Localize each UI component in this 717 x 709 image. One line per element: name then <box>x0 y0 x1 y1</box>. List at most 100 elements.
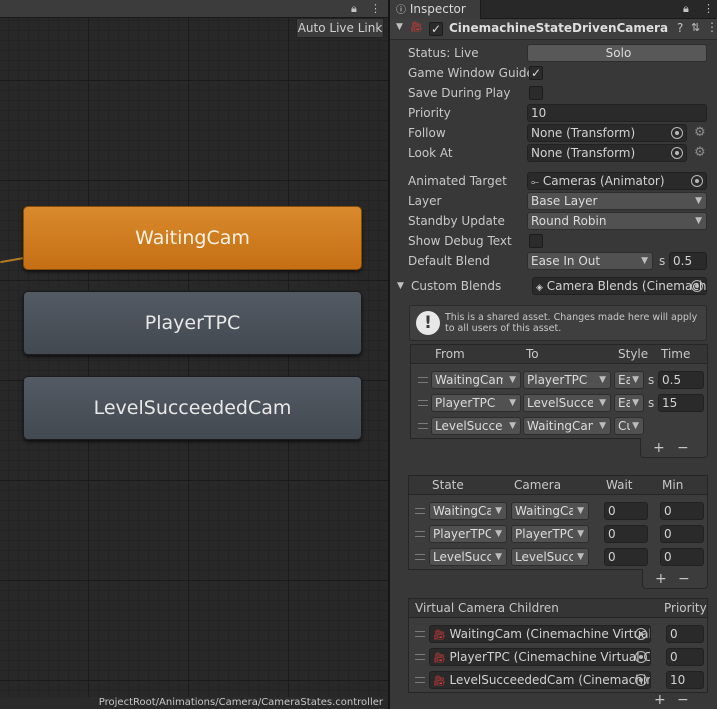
animator-graph[interactable]: 🔒︎ ⋮ Auto Live Link WaitingCam PlayerTPC… <box>0 0 388 709</box>
follow-label: Follow <box>408 126 446 140</box>
col-time: Time <box>661 347 691 361</box>
chevron-down-icon: ▼ <box>577 552 584 562</box>
camera-dropdown[interactable]: PlayerTPC ▼ <box>511 525 589 543</box>
state-node-levelsucceededcam[interactable]: LevelSucceededCam <box>23 376 362 440</box>
drag-handle-icon[interactable] <box>415 508 425 514</box>
state-dropdown[interactable]: LevelSucceededCam ▼ <box>429 548 507 566</box>
drag-handle-icon[interactable] <box>415 531 425 537</box>
child-priority-input[interactable]: 10 <box>666 671 704 689</box>
min-input[interactable]: 0 <box>660 525 704 543</box>
child-camera-field[interactable]: 🎥︎ PlayerTPC (Cinemachine Virtual Camera… <box>429 648 651 666</box>
child-priority-input[interactable]: 0 <box>666 625 704 643</box>
col-children: Virtual Camera Children <box>415 601 559 615</box>
kebab-menu-icon[interactable]: ⋮ <box>370 0 381 18</box>
auto-live-link-button[interactable]: Auto Live Link <box>296 18 384 38</box>
min-input[interactable]: 0 <box>660 502 704 520</box>
standby-update-dropdown[interactable]: Round Robin ▼ <box>527 212 707 230</box>
save-during-play-checkbox[interactable] <box>529 86 543 100</box>
col-from: From <box>435 347 465 361</box>
remove-blend-button[interactable]: − <box>677 440 689 456</box>
target-picker-icon[interactable] <box>635 628 647 640</box>
default-blend-time-input[interactable]: 0.5 <box>669 252 707 270</box>
gear-icon[interactable]: ⚙ <box>694 145 706 161</box>
target-picker-icon[interactable] <box>635 674 647 686</box>
kebab-menu-icon[interactable]: ⋮ <box>706 20 717 34</box>
state-node-waitingcam[interactable]: WaitingCam <box>23 206 362 270</box>
blend-to-dropdown[interactable]: PlayerTPC ▼ <box>523 371 611 389</box>
blend-time-input[interactable]: 15 <box>658 394 704 412</box>
lock-icon[interactable]: 🔒︎ <box>683 0 689 18</box>
foldout-arrow-icon[interactable]: ▼ <box>397 281 404 291</box>
state-dropdown[interactable]: PlayerTPC ▼ <box>429 525 507 543</box>
child-camera-field[interactable]: 🎥︎ WaitingCam (Cinemachine Virtual Camer… <box>429 625 651 643</box>
state-node-playertpc[interactable]: PlayerTPC <box>23 291 362 355</box>
kebab-menu-icon[interactable]: ⋮ <box>703 0 714 18</box>
blend-from-value: LevelSucceededCam <box>435 419 503 433</box>
target-picker-icon[interactable] <box>691 280 703 292</box>
target-picker-icon[interactable] <box>671 147 683 159</box>
blend-from-dropdown[interactable]: PlayerTPC ▼ <box>431 394 521 412</box>
camera-dropdown[interactable]: WaitingCam ▼ <box>511 502 589 520</box>
blend-from-dropdown[interactable]: WaitingCam ▼ <box>431 371 521 389</box>
look-at-field[interactable]: None (Transform) <box>527 144 687 162</box>
add-blend-button[interactable]: + <box>653 440 665 456</box>
camera-icon: 🎥︎ <box>433 676 446 687</box>
wait-input[interactable]: 0 <box>604 502 648 520</box>
component-enabled-checkbox[interactable]: ✓ <box>429 22 443 36</box>
drag-handle-icon[interactable] <box>415 654 425 660</box>
settings-icon[interactable]: ⇅ <box>691 21 700 34</box>
follow-field[interactable]: None (Transform) <box>527 124 687 142</box>
blend-to-value: WaitingCam <box>527 419 593 433</box>
wait-input[interactable]: 0 <box>604 548 648 566</box>
wait-input[interactable]: 0 <box>604 525 648 543</box>
foldout-arrow-icon[interactable]: ▼ <box>396 22 403 32</box>
target-picker-icon[interactable] <box>671 127 683 139</box>
blend-time-input[interactable]: 0.5 <box>658 371 704 389</box>
remove-child-button[interactable]: − <box>677 692 689 708</box>
gear-icon[interactable]: ⚙ <box>694 125 706 141</box>
remove-state-button[interactable]: − <box>678 571 690 587</box>
component-header[interactable]: ▼ 🎥︎ ✓ CinemachineStateDrivenCamera ? ⇅ … <box>390 19 717 40</box>
drag-handle-icon[interactable] <box>415 677 425 683</box>
add-child-button[interactable]: + <box>654 692 666 708</box>
drag-handle-icon[interactable] <box>415 554 425 560</box>
chevron-down-icon: ▼ <box>577 506 584 516</box>
show-debug-text-checkbox[interactable] <box>529 234 543 248</box>
min-input[interactable]: 0 <box>660 548 704 566</box>
status-label: Status: Live <box>408 46 479 60</box>
custom-blends-field[interactable]: ◈ Camera Blends (Cinemachine <box>532 277 707 295</box>
blend-from-dropdown[interactable]: LevelSucceededCam ▼ <box>431 417 521 435</box>
tab-inspector[interactable]: ⓘ Inspector <box>390 0 481 19</box>
target-picker-icon[interactable] <box>691 175 703 187</box>
blend-style-dropdown[interactable]: Cut▼ <box>614 417 644 435</box>
blend-time-unit: s <box>648 373 655 387</box>
child-priority-input[interactable]: 0 <box>666 648 704 666</box>
state-dropdown[interactable]: WaitingCam ▼ <box>429 502 507 520</box>
priority-input[interactable]: 10 <box>527 104 707 122</box>
lock-icon[interactable]: 🔒︎ <box>351 0 357 18</box>
child-camera-field[interactable]: 🎥︎ LevelSucceededCam (Cinemachine Virtua… <box>429 671 651 689</box>
default-blend-dropdown[interactable]: Ease In Out ▼ <box>527 252 653 270</box>
layer-dropdown[interactable]: Base Layer ▼ <box>527 192 707 210</box>
drag-handle-icon[interactable] <box>415 631 425 637</box>
drag-handle-icon[interactable] <box>418 400 428 406</box>
animated-target-field[interactable]: ⟜ Cameras (Animator) <box>527 172 707 190</box>
default-blend-unit: s <box>659 254 666 268</box>
game-window-guides-checkbox[interactable]: ✓ <box>529 66 543 80</box>
child-camera-name: WaitingCam (Cinemachine Virtual Camera) <box>449 627 651 641</box>
target-picker-icon[interactable] <box>635 651 647 663</box>
blend-to-dropdown[interactable]: WaitingCam ▼ <box>523 417 611 435</box>
drag-handle-icon[interactable] <box>418 423 428 429</box>
custom-blends-label: Custom Blends <box>411 279 502 293</box>
blend-style-dropdown[interactable]: Ease▼ <box>614 394 644 412</box>
solo-button[interactable]: Solo <box>527 44 707 62</box>
col-min: Min <box>662 478 684 492</box>
blend-style-dropdown[interactable]: Ease▼ <box>614 371 644 389</box>
drag-handle-icon[interactable] <box>418 377 428 383</box>
save-during-play-label: Save During Play <box>408 86 511 100</box>
blend-to-dropdown[interactable]: LevelSucceededCam ▼ <box>523 394 611 412</box>
help-icon[interactable]: ? <box>677 21 683 35</box>
camera-dropdown[interactable]: LevelSucceededCam ▼ <box>511 548 589 566</box>
chevron-down-icon: ▼ <box>509 375 516 385</box>
add-state-button[interactable]: + <box>655 571 667 587</box>
